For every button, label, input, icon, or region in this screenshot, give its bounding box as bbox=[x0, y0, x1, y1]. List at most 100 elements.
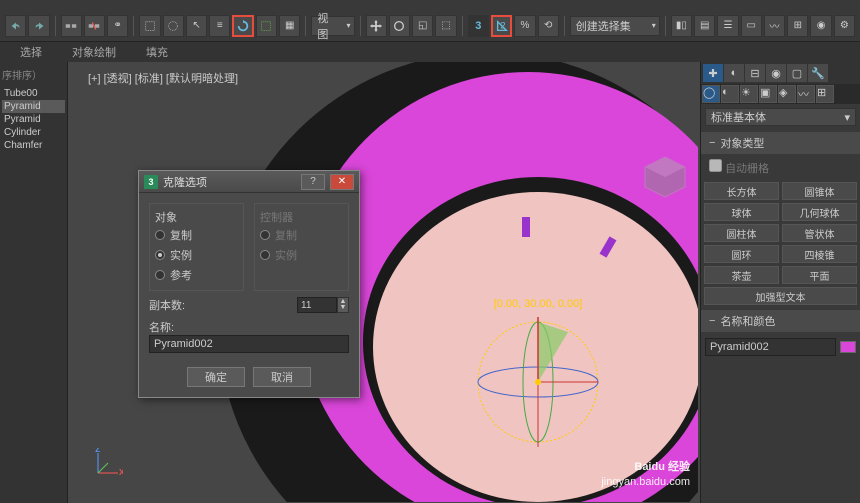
copies-spinner[interactable]: ▲▼ bbox=[297, 297, 349, 313]
view-dropdown[interactable]: 视图 bbox=[311, 16, 354, 36]
tab-display[interactable]: ▢ bbox=[787, 64, 807, 82]
scene-item[interactable]: Pyramid bbox=[2, 113, 65, 126]
tool-snap-3[interactable]: 3 bbox=[468, 15, 489, 37]
command-panel-tabs: ✚ ◐ ⊟ ◉ ▢ 🔧 bbox=[701, 62, 860, 84]
scene-item[interactable]: Pyramid bbox=[2, 100, 65, 113]
cat-systems-icon[interactable]: ⊞ bbox=[816, 85, 834, 103]
primitive-type-dropdown[interactable]: 标准基本体▾ bbox=[705, 108, 856, 126]
tool-link[interactable] bbox=[61, 15, 82, 37]
name-label: 名称: bbox=[149, 319, 349, 335]
btn-cone[interactable]: 圆锥体 bbox=[782, 182, 857, 200]
btn-teapot[interactable]: 茶壶 bbox=[704, 266, 779, 284]
watermark-url: jingyan.baidu.com bbox=[601, 476, 690, 488]
btn-geosphere[interactable]: 几何球体 bbox=[782, 203, 857, 221]
ribbon-tab-select[interactable]: 选择 bbox=[20, 44, 42, 60]
tool-select[interactable]: ↖ bbox=[186, 15, 207, 37]
radio-copy[interactable]: 复制 bbox=[155, 225, 238, 245]
scene-item[interactable]: Chamfer bbox=[2, 139, 65, 152]
dialog-titlebar[interactable]: 3 克隆选项 ? ✕ bbox=[139, 171, 359, 193]
rollout-label: 名称和颜色 bbox=[720, 313, 775, 329]
tool-select-rect[interactable] bbox=[139, 15, 160, 37]
selection-set-dropdown[interactable]: 创建选择集 bbox=[570, 16, 660, 36]
radio-instance[interactable]: 实例 bbox=[155, 245, 238, 265]
tool-percent-snap[interactable]: % bbox=[514, 15, 535, 37]
btn-cylinder[interactable]: 圆柱体 bbox=[704, 224, 779, 242]
btn-tube[interactable]: 管状体 bbox=[782, 224, 857, 242]
tool-window-crossing[interactable]: ▦ bbox=[279, 15, 300, 37]
chevron-down-icon: ▾ bbox=[844, 111, 850, 124]
tool-curve-editor[interactable]: 〰 bbox=[764, 15, 785, 37]
tool-rotate2[interactable] bbox=[389, 15, 410, 37]
ok-button[interactable]: 确定 bbox=[187, 367, 245, 387]
spinner-arrows-icon[interactable]: ▲▼ bbox=[337, 297, 349, 313]
tool-undo[interactable] bbox=[5, 15, 26, 37]
copies-label: 副本数: bbox=[149, 297, 185, 313]
rollout-object-type[interactable]: −对象类型 bbox=[701, 132, 860, 154]
tool-scale[interactable]: ◱ bbox=[412, 15, 433, 37]
tool-render-setup[interactable]: ⚙ bbox=[834, 15, 855, 37]
object-name-input[interactable] bbox=[705, 338, 836, 356]
btn-torus[interactable]: 圆环 bbox=[704, 245, 779, 263]
scene-item[interactable]: Cylinder bbox=[2, 126, 65, 139]
clone-name-input[interactable] bbox=[149, 335, 349, 353]
tool-move[interactable] bbox=[366, 15, 387, 37]
radio-ctrl-instance: 实例 bbox=[260, 245, 343, 265]
scene-explorer: 序排序） Tube00 Pyramid Pyramid Cylinder Cha… bbox=[0, 62, 68, 503]
tool-unlink[interactable] bbox=[84, 15, 105, 37]
tab-create[interactable]: ✚ bbox=[703, 64, 723, 82]
tool-schematic[interactable]: ⊞ bbox=[787, 15, 808, 37]
object-color-swatch[interactable] bbox=[840, 341, 856, 353]
close-button[interactable]: ✕ bbox=[330, 174, 354, 190]
axis-gizmo-icon: z x bbox=[93, 448, 123, 478]
cat-spacewarps-icon[interactable]: 〰 bbox=[797, 85, 815, 103]
scene-sort-header: 序排序） bbox=[2, 67, 65, 82]
tool-align[interactable]: ▤ bbox=[694, 15, 715, 37]
cat-helpers-icon[interactable]: ◈ bbox=[778, 85, 796, 103]
tool-layers[interactable]: ☰ bbox=[717, 15, 738, 37]
tool-select-circle[interactable] bbox=[163, 15, 184, 37]
btn-textplus[interactable]: 加强型文本 bbox=[704, 287, 857, 305]
rollout-name-color[interactable]: −名称和颜色 bbox=[701, 310, 860, 332]
copies-input[interactable] bbox=[297, 297, 337, 313]
cat-cameras-icon[interactable]: ▣ bbox=[759, 85, 777, 103]
tool-select-region[interactable] bbox=[256, 15, 277, 37]
primitive-buttons: 长方体 圆锥体 球体 几何球体 圆柱体 管状体 圆环 四棱锥 茶壶 平面 加强型… bbox=[701, 179, 860, 308]
tab-motion[interactable]: ◉ bbox=[766, 64, 786, 82]
cat-shapes-icon[interactable]: ◐ bbox=[721, 85, 739, 103]
group-label: 对象 bbox=[155, 209, 238, 225]
btn-pyramid[interactable]: 四棱锥 bbox=[782, 245, 857, 263]
tool-select-name[interactable]: ≡ bbox=[209, 15, 230, 37]
menu-bar bbox=[0, 0, 860, 10]
tool-mirror[interactable]: ▮▯ bbox=[671, 15, 692, 37]
tool-angle-snap[interactable]: 2 bbox=[491, 15, 512, 37]
cat-lights-icon[interactable]: ☀ bbox=[740, 85, 758, 103]
autogrid-checkbox[interactable]: 自动栅格 bbox=[709, 163, 769, 175]
btn-box[interactable]: 长方体 bbox=[704, 182, 779, 200]
watermark: Baidu 经验 jingyan.baidu.com bbox=[601, 450, 690, 488]
svg-text:z: z bbox=[95, 448, 101, 455]
tool-toggle-ribbon[interactable]: ▭ bbox=[741, 15, 762, 37]
tool-redo[interactable] bbox=[28, 15, 49, 37]
controller-group: 控制器 复制 实例 bbox=[254, 203, 349, 291]
radio-reference[interactable]: 参考 bbox=[155, 265, 238, 285]
btn-plane[interactable]: 平面 bbox=[782, 266, 857, 284]
tool-bind[interactable]: ⚭ bbox=[107, 15, 128, 37]
tab-utilities[interactable]: 🔧 bbox=[808, 64, 828, 82]
help-button[interactable]: ? bbox=[301, 174, 325, 190]
btn-sphere[interactable]: 球体 bbox=[704, 203, 779, 221]
svg-text:2: 2 bbox=[500, 20, 505, 31]
tool-spinner-snap[interactable]: ⟲ bbox=[538, 15, 559, 37]
dialog-title: 克隆选项 bbox=[163, 174, 296, 190]
ribbon-tab-object-paint[interactable]: 对象绘制 bbox=[72, 44, 116, 60]
tab-hierarchy[interactable]: ⊟ bbox=[745, 64, 765, 82]
tool-material[interactable]: ◉ bbox=[810, 15, 831, 37]
viewcube-icon[interactable] bbox=[635, 147, 695, 207]
tab-modify[interactable]: ◐ bbox=[724, 64, 744, 82]
tool-placement[interactable]: ⬚ bbox=[435, 15, 456, 37]
cat-geometry-icon[interactable]: ◯ bbox=[702, 85, 720, 103]
tool-rotate[interactable] bbox=[232, 15, 253, 37]
coord-readout: [0.00, 30.00, 0.00] bbox=[494, 298, 583, 310]
ribbon-tab-populate[interactable]: 填充 bbox=[146, 44, 168, 60]
cancel-button[interactable]: 取消 bbox=[253, 367, 311, 387]
scene-item[interactable]: Tube00 bbox=[2, 87, 65, 100]
